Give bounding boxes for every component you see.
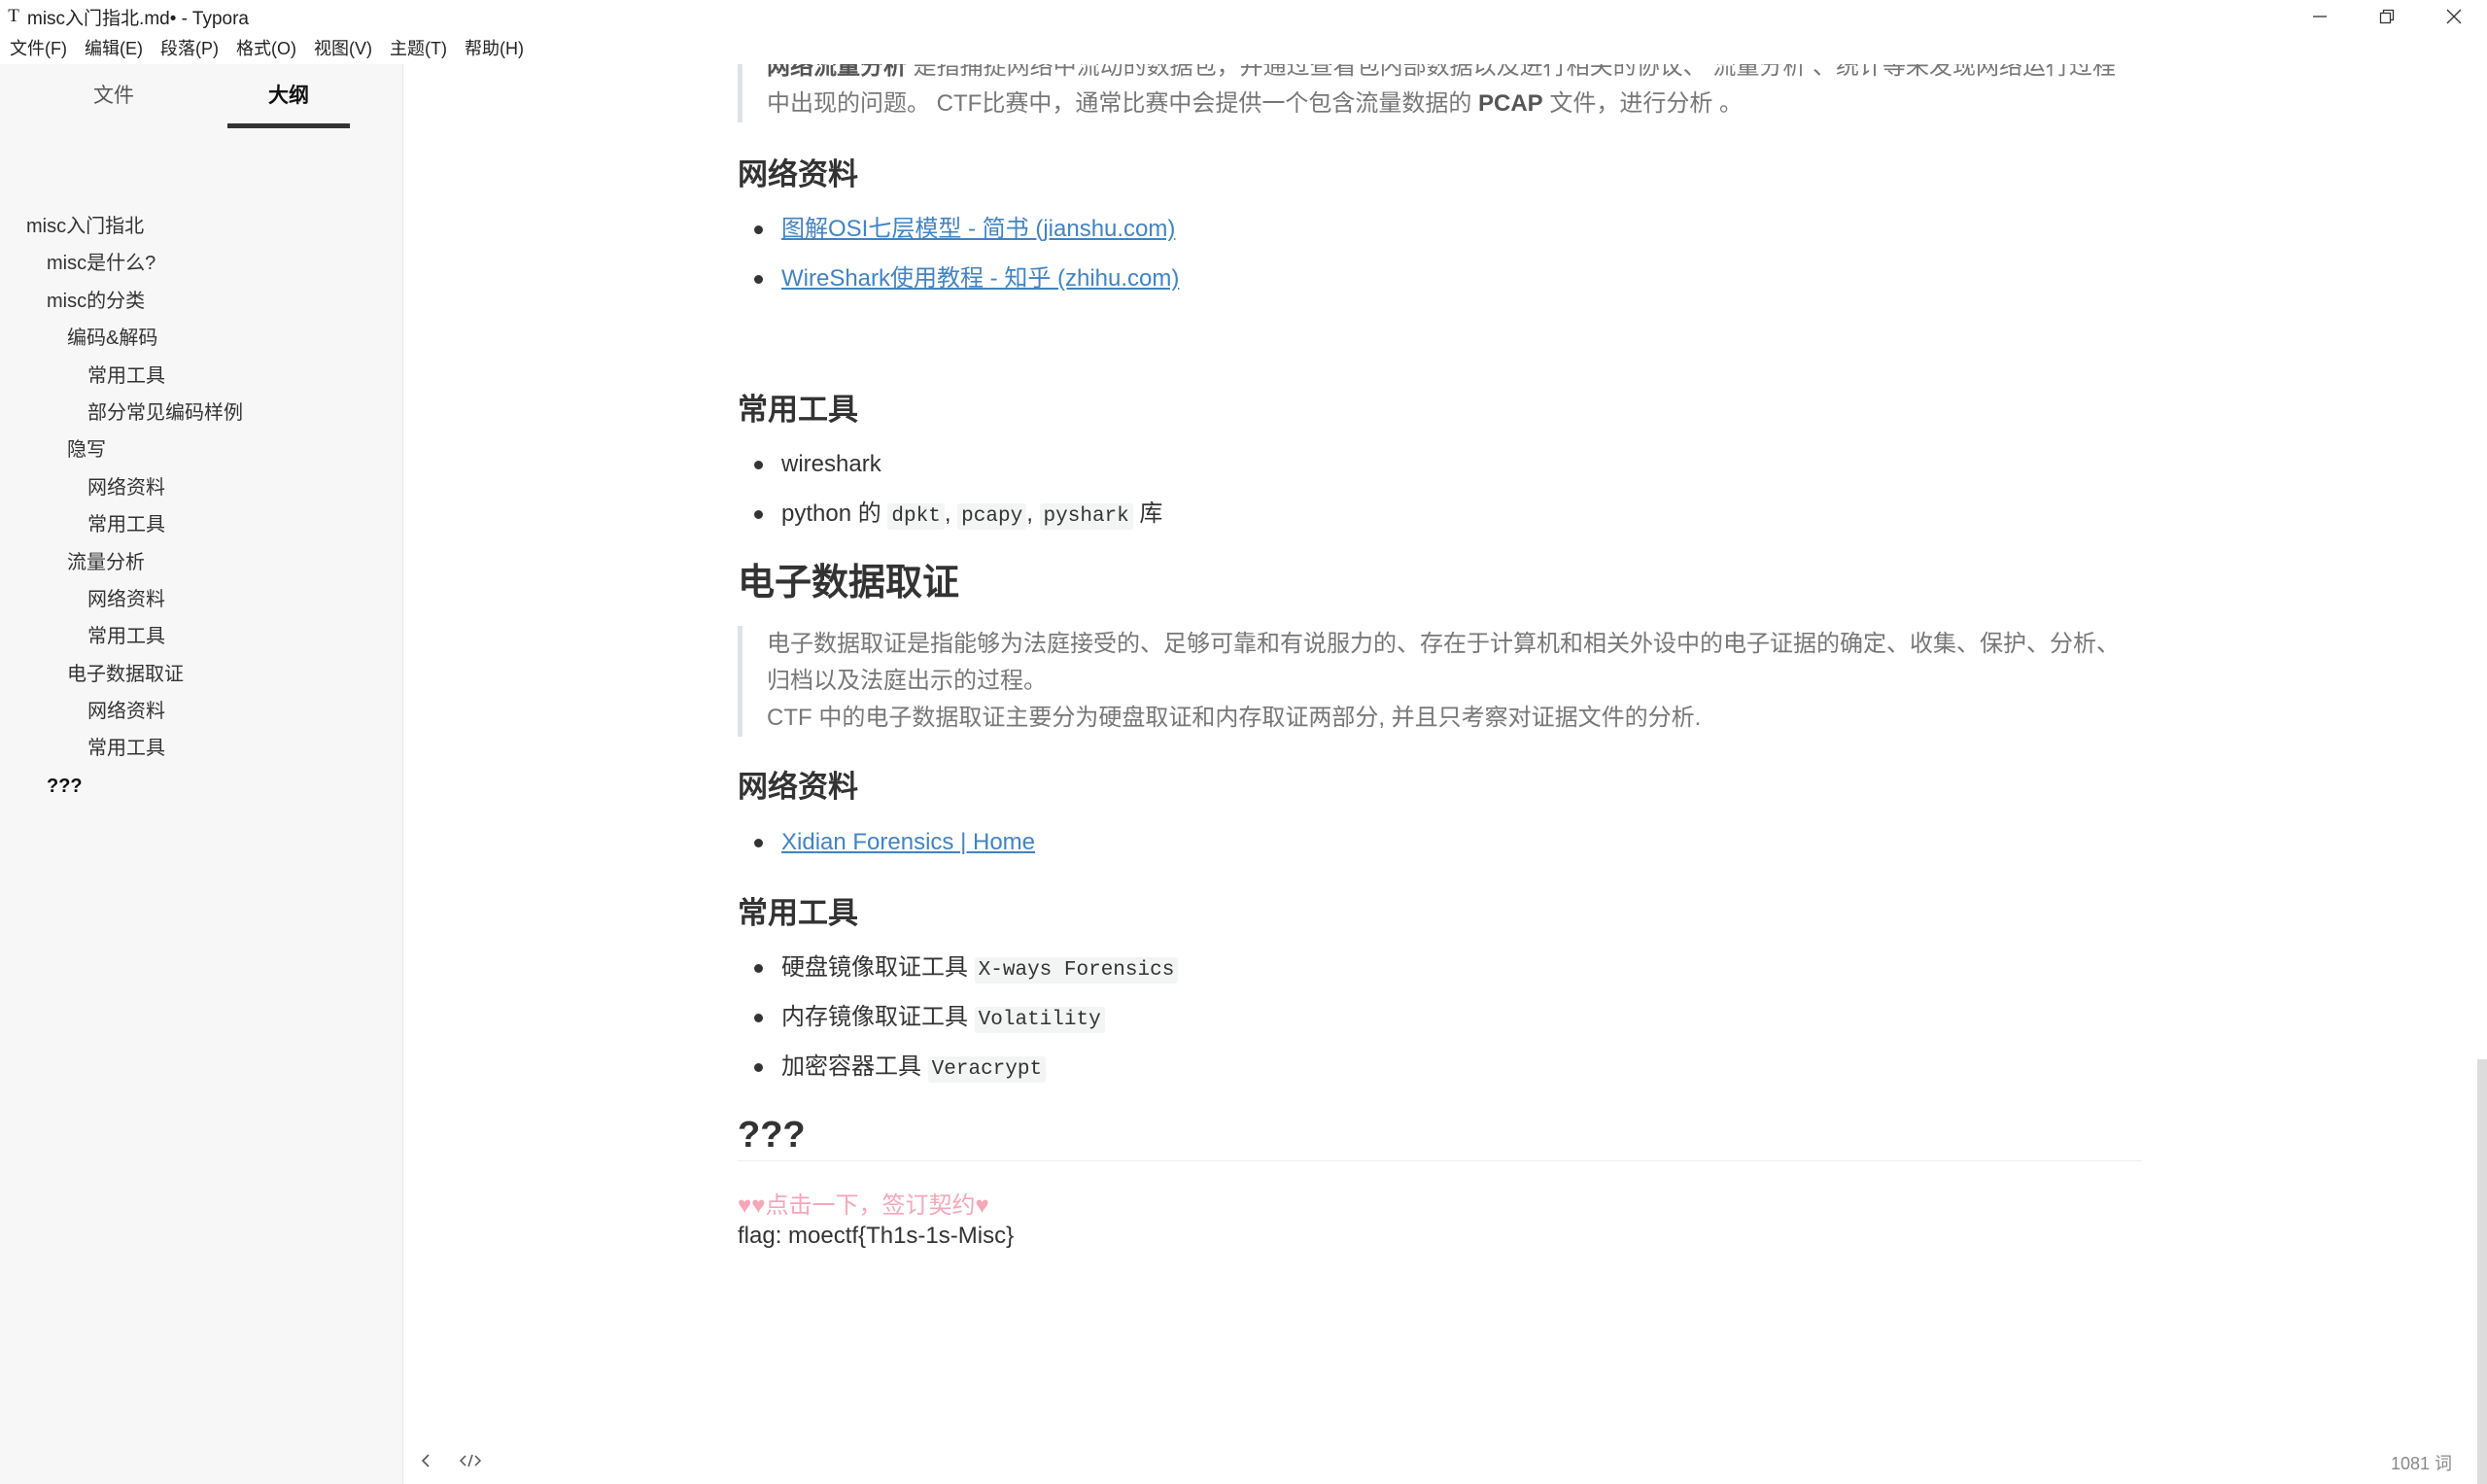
restore-icon: [2379, 9, 2394, 24]
heading-forensics: 电子数据取证: [738, 563, 960, 604]
heading-forensics-tools: 常用工具: [738, 896, 858, 930]
heading-traffic-tools: 常用工具: [738, 393, 858, 427]
window-controls: [2286, 0, 2487, 33]
list-item: 图解OSI七层模型 - 简书 (jianshu.com): [738, 211, 1179, 260]
outline-item[interactable]: 隐写: [0, 431, 402, 468]
tab-outline[interactable]: 大纲: [227, 82, 350, 128]
outline-item[interactable]: 网络资料: [0, 581, 402, 618]
traffic-quote-line2-end: 文件，进行分析 。: [1542, 90, 1744, 117]
minimize-button[interactable]: [2286, 0, 2353, 33]
traffic-quote-text: 是指捕捉网络中流动的数据包，并通过查看包内部数据以及进行相关的协议、 流量分析 …: [907, 64, 2116, 80]
typora-app-icon: T: [8, 6, 19, 26]
code-dpkt: dpkt: [887, 503, 945, 530]
code-volatility: Volatility: [974, 1007, 1105, 1033]
code-icon: [459, 1454, 482, 1467]
tool-label: 内存镜像取证工具: [781, 1004, 975, 1030]
forensics-quote: 电子数据取证是指能够为法庭接受的、足够可靠和有说服力的、存在于计算机和相关外设中…: [738, 626, 2147, 737]
tool-python-suffix: 库: [1132, 500, 1163, 527]
heading-underline: [738, 1160, 2142, 1161]
forensics-quote-line1: 电子数据取证是指能够为法庭接受的、足够可靠和有说服力的、存在于计算机和相关外设中…: [767, 631, 2120, 657]
outline-item[interactable]: 电子数据取证: [0, 656, 402, 693]
heading-final: ???: [738, 1115, 806, 1156]
outline-item[interactable]: 编码&解码: [0, 320, 402, 357]
traffic-analysis-quote: 网络流量分析 是指捕捉网络中流动的数据包，并通过查看包内部数据以及进行相关的协议…: [738, 64, 2147, 122]
menu-format[interactable]: 格式(O): [227, 33, 305, 64]
code-veracrypt: Veracrypt: [927, 1056, 1047, 1083]
outline-list: misc入门指北 misc是什么? misc的分类 编码&解码 常用工具 部分常见编码样例…: [0, 208, 402, 805]
footer-controls: [413, 1448, 483, 1473]
outline-item[interactable]: misc的分类: [0, 283, 402, 320]
traffic-quote-bold: 网络流量分析: [767, 64, 907, 80]
tool-label: 硬盘镜像取证工具: [781, 954, 975, 981]
traffic-tools-list: wireshark python 的 dpkt, pcapy, pyshark …: [738, 446, 1162, 545]
list-item: 硬盘镜像取证工具 X-ways Forensics: [738, 949, 1179, 999]
contract-button[interactable]: ♥♥点击一下，签订契约♥: [738, 1186, 989, 1220]
tool-wireshark: wireshark: [781, 451, 881, 477]
tab-files[interactable]: 文件: [52, 82, 175, 128]
list-item: 加密容器工具 Veracrypt: [738, 1049, 1178, 1098]
menu-view[interactable]: 视图(V): [305, 33, 381, 64]
menu-file[interactable]: 文件(F): [0, 33, 76, 64]
outline-item[interactable]: misc是什么?: [0, 245, 402, 282]
title-bar: T misc入门指北.md• - Typora: [0, 0, 2487, 33]
close-button[interactable]: [2420, 0, 2487, 33]
list-item: Xidian Forensics | Home: [738, 824, 1035, 874]
menu-edit[interactable]: 编辑(E): [76, 33, 152, 64]
tool-label: 加密容器工具: [781, 1053, 928, 1080]
close-icon: [2446, 9, 2461, 24]
chevron-left-icon: [421, 1454, 430, 1467]
editor-content[interactable]: 网络流量分析 是指捕捉网络中流动的数据包，并通过查看包内部数据以及进行相关的协议…: [403, 64, 2487, 1484]
menu-help[interactable]: 帮助(H): [456, 33, 533, 64]
outline-item[interactable]: 流量分析: [0, 544, 402, 581]
source-mode-button[interactable]: [458, 1448, 483, 1473]
toggle-sidebar-button[interactable]: [413, 1448, 438, 1473]
outline-item[interactable]: 常用工具: [0, 358, 402, 395]
link-wireshark-tutorial[interactable]: WireShark使用教程 - 知乎 (zhihu.com): [781, 265, 1179, 292]
link-osi-model[interactable]: 图解OSI七层模型 - 简书 (jianshu.com): [781, 216, 1175, 242]
minimize-icon: [2312, 16, 2327, 17]
menu-bar: 文件(F) 编辑(E) 段落(P) 格式(O) 视图(V) 主题(T) 帮助(H…: [0, 33, 2487, 64]
forensics-resource-links: Xidian Forensics | Home: [738, 824, 1035, 874]
outline-item[interactable]: ???: [0, 768, 402, 805]
list-item: WireShark使用教程 - 知乎 (zhihu.com): [738, 260, 1179, 310]
traffic-resource-links: 图解OSI七层模型 - 简书 (jianshu.com) WireShark使用…: [738, 211, 1179, 310]
outline-item[interactable]: 常用工具: [0, 730, 402, 767]
outline-item[interactable]: 网络资料: [0, 469, 402, 506]
restore-button[interactable]: [2353, 0, 2420, 33]
link-xidian-forensics[interactable]: Xidian Forensics | Home: [781, 829, 1035, 855]
heading-forensics-resources: 网络资料: [738, 770, 858, 804]
flag-text: flag: moectf{Th1s-1s-Misc}: [738, 1223, 1015, 1249]
outline-item[interactable]: 网络资料: [0, 693, 402, 730]
list-item: wireshark: [738, 446, 1162, 496]
outline-item[interactable]: 常用工具: [0, 618, 402, 655]
code-pyshark: pyshark: [1039, 503, 1133, 530]
forensics-quote-line3: CTF 中的电子数据取证主要分为硬盘取证和内存取证两部分, 并且只考察对证据文件…: [767, 705, 1702, 731]
traffic-quote-line2: 中出现的问题。 CTF比赛中，通常比赛中会提供一个包含流量数据的: [767, 90, 1478, 117]
tool-python-prefix: python 的: [781, 500, 888, 527]
scrollbar-thumb[interactable]: [2477, 1059, 2487, 1484]
forensics-tools-list: 硬盘镜像取证工具 X-ways Forensics 内存镜像取证工具 Volat…: [738, 949, 1179, 1098]
menu-theme[interactable]: 主题(T): [381, 33, 456, 64]
word-count[interactable]: 1081 词: [2391, 1450, 2452, 1475]
pcap-bold: PCAP: [1478, 90, 1543, 117]
code-xways: X-ways Forensics: [974, 957, 1179, 984]
outline-item[interactable]: 常用工具: [0, 506, 402, 543]
outline-item[interactable]: 部分常见编码样例: [0, 395, 402, 431]
list-item: 内存镜像取证工具 Volatility: [738, 999, 1178, 1049]
menu-paragraph[interactable]: 段落(P): [152, 33, 227, 64]
sidebar-tabs: 文件 大纲: [0, 64, 402, 132]
outline-item[interactable]: misc入门指北: [0, 208, 402, 245]
heading-traffic-resources: 网络资料: [738, 157, 858, 191]
list-item: python 的 dpkt, pcapy, pyshark 库: [738, 496, 1162, 545]
forensics-quote-line2: 归档以及法庭出示的过程。: [767, 668, 1047, 694]
sidebar: 文件 大纲 misc入门指北 misc是什么? misc的分类 编码&解码 常用工具 部分…: [0, 64, 403, 1484]
window-title: misc入门指北.md• - Typora: [27, 8, 250, 29]
code-pcapy: pcapy: [957, 503, 1027, 530]
